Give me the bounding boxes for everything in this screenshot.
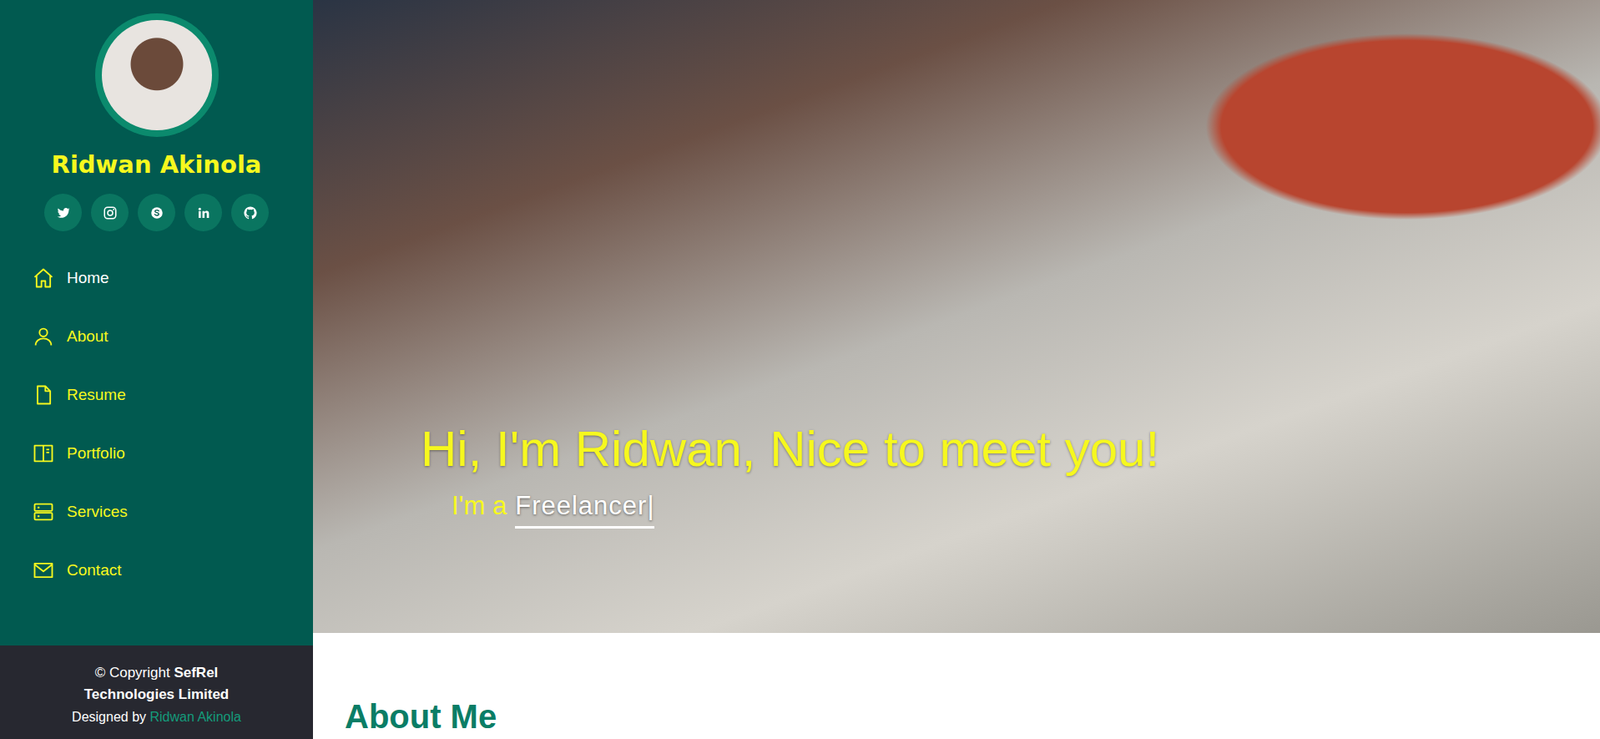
credits: Designed by Ridwan Akinola [13,709,300,725]
social-link[interactable] [184,193,223,232]
nav-label: Portfolio [66,444,126,463]
nav-item[interactable]: About [0,307,313,366]
copyright: © Copyright SefRel Technologies Limited [73,661,241,705]
server-icon [31,499,56,524]
main-content: Hi, I'm Ridwan, Nice to meet you! I'm a … [312,0,1600,739]
nav-label: About [66,327,109,346]
about-heading: About Me [344,697,1569,736]
twitter-icon [55,205,71,221]
sidebar: Ridwan Akinola Home About Resume Portfol… [0,0,313,739]
nav-label: Services [66,502,128,521]
hero-title: Hi, I'm Ridwan, Nice to meet you! [420,419,1160,478]
nav-label: Resume [66,385,127,404]
user-icon [31,324,56,349]
home-icon [31,266,56,290]
social-link[interactable] [137,193,176,232]
linkedin-icon [196,205,212,221]
hero-prefix: I'm a [451,490,507,521]
avatar [95,13,219,137]
typed-text: Freelancer| [514,490,655,529]
nav-menu: Home About Resume Portfolio Services Con… [0,248,313,600]
nav-item[interactable]: Portfolio [0,423,313,483]
page: Ridwan Akinola Home About Resume Portfol… [0,0,1600,739]
hero-text: Hi, I'm Ridwan, Nice to meet you! I'm a … [312,419,1160,633]
instagram-icon [102,205,118,221]
social-link[interactable] [44,193,82,232]
social-link[interactable] [231,193,269,232]
profile: Ridwan Akinola [0,0,313,232]
social-link[interactable] [90,193,129,232]
nav-item[interactable]: Resume [0,365,313,424]
social-links [44,193,269,232]
sidebar-footer: © Copyright SefRel Technologies Limited … [0,645,313,739]
designer-link[interactable]: Ridwan Akinola [149,709,241,724]
hero-subtitle: I'm a Freelancer| [451,490,1160,529]
nav-label: Home [66,268,110,288]
mail-icon [31,558,56,582]
file-icon [31,383,56,407]
nav-item[interactable]: Contact [0,540,313,600]
book-icon [31,441,56,465]
nav-item[interactable]: Home [0,248,313,308]
skype-icon [149,205,165,221]
about-section: About Me [312,632,1600,739]
hero: Hi, I'm Ridwan, Nice to meet you! I'm a … [312,0,1600,633]
github-icon [242,205,258,221]
nav-item[interactable]: Services [0,482,313,541]
profile-name: Ridwan Akinola [51,150,263,179]
nav-label: Contact [66,560,122,580]
avatar-photo [101,20,212,131]
